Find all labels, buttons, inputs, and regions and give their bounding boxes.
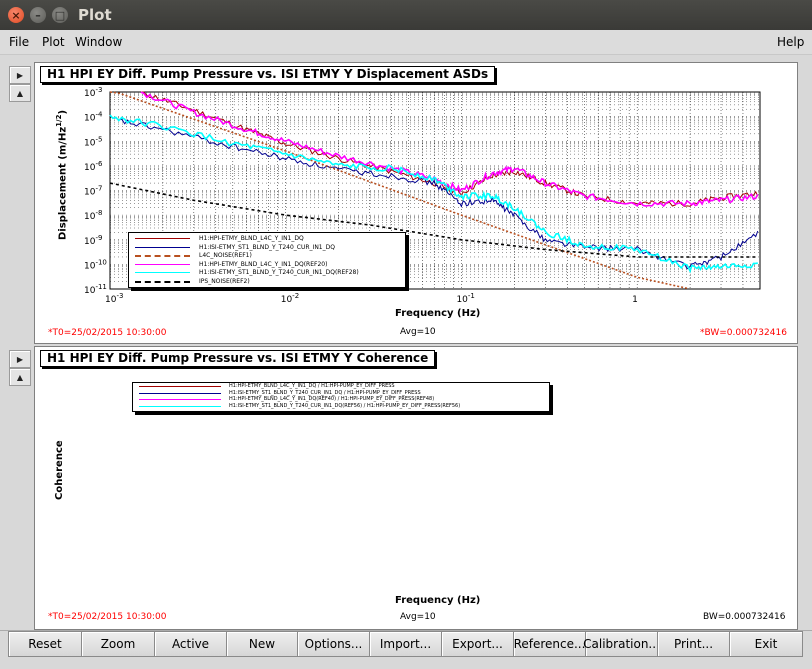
coherence-y-axis-label: Coherence bbox=[54, 440, 65, 500]
asd-y-tick-label: 10-9 bbox=[84, 234, 102, 247]
calibration-button[interactable]: Calibration... bbox=[583, 631, 660, 657]
coherence-avg-label: Avg=10 bbox=[400, 612, 436, 622]
new-button[interactable]: New bbox=[226, 631, 298, 657]
options-button[interactable]: Options... bbox=[297, 631, 370, 657]
coherence-plot-title: H1 HPI EY Diff. Pump Pressure vs. ISI ET… bbox=[40, 350, 436, 367]
active-button[interactable]: Active bbox=[154, 631, 227, 657]
legend-swatch bbox=[139, 392, 221, 394]
coherence-x-axis-label: Frequency (Hz) bbox=[395, 595, 481, 606]
asd-y-tick-label: 10-8 bbox=[84, 209, 102, 222]
asd-t0-label: *T0=25/02/2015 10:30:00 bbox=[48, 328, 167, 338]
legend-entry: H1:ISI-ETMY_ST1_BLND_Y_T240_CUR_IN1_DQ(R… bbox=[133, 403, 549, 412]
exit-button[interactable]: Exit bbox=[729, 631, 803, 657]
asd-x-tick-label: 10-3 bbox=[105, 292, 123, 305]
reference-button[interactable]: Reference... bbox=[513, 631, 586, 657]
legend-label: H1:ISI-ETMY_ST1_BLND_Y_T240_CUR_IN1_DQ /… bbox=[229, 389, 421, 396]
legend-label: H1:ISI-ETMY_ST1_BLND_Y_T240_CUR_IN1_DQ(R… bbox=[229, 402, 461, 409]
reset-button[interactable]: Reset bbox=[8, 631, 82, 657]
asd-y-tick-label: 10-4 bbox=[84, 111, 103, 124]
export-button[interactable]: Export... bbox=[441, 631, 514, 657]
legend-label: H1:HPI-ETMY_BLND_L4C_Y_IN1_DQ(REF40) / H… bbox=[229, 396, 435, 402]
coherence-t0-label: *T0=25/02/2015 10:30:00 bbox=[48, 612, 167, 622]
legend-label: H1:HPI-ETMY_BLND_L4C_Y_IN1_DQ / H1:HPI-P… bbox=[229, 383, 395, 389]
zoom-button[interactable]: Zoom bbox=[81, 631, 155, 657]
legend-swatch bbox=[135, 280, 190, 283]
asd-y-tick-label: 10-3 bbox=[84, 86, 102, 99]
legend-swatch bbox=[135, 246, 190, 248]
legend-label: IPS_NOISE(REF2) bbox=[199, 277, 250, 285]
legend-swatch bbox=[135, 263, 190, 265]
import-button[interactable]: Import... bbox=[369, 631, 442, 657]
legend-swatch bbox=[135, 238, 190, 239]
asd-y-tick-label: 10-10 bbox=[84, 258, 107, 271]
legend-swatch bbox=[139, 386, 221, 387]
legend-swatch bbox=[139, 399, 221, 400]
legend-swatch bbox=[139, 405, 221, 407]
asd-y-tick-label: 10-6 bbox=[84, 160, 103, 173]
asd-avg-label: Avg=10 bbox=[400, 327, 436, 337]
asd-y-tick-label: 10-5 bbox=[84, 135, 102, 148]
print-button[interactable]: Print... bbox=[657, 631, 730, 657]
legend-swatch bbox=[135, 255, 190, 257]
asd-legend: H1:HPI-ETMY_BLND_L4C_Y_IN1_DQ H1:ISI-ETMY… bbox=[128, 232, 406, 288]
legend-entry: IPS_NOISE(REF2) bbox=[129, 277, 405, 286]
asd-y-tick-label: 10-11 bbox=[84, 283, 107, 296]
asd-x-tick-label: 10-1 bbox=[456, 292, 474, 305]
legend-swatch bbox=[135, 272, 190, 273]
asd-y-axis-label: Displacement (m/Hz1/2) bbox=[55, 109, 69, 240]
coherence-legend: H1:HPI-ETMY_BLND_L4C_Y_IN1_DQ / H1:HPI-P… bbox=[132, 382, 550, 412]
asd-x-tick-label: 10-2 bbox=[281, 292, 299, 305]
asd-x-axis-label: Frequency (Hz) bbox=[395, 308, 481, 319]
coherence-bw-label: BW=0.000732416 bbox=[703, 612, 786, 622]
asd-y-tick-label: 10-7 bbox=[84, 185, 102, 198]
asd-x-tick-label: 1 bbox=[632, 295, 638, 305]
asd-bw-label: *BW=0.000732416 bbox=[700, 328, 787, 338]
